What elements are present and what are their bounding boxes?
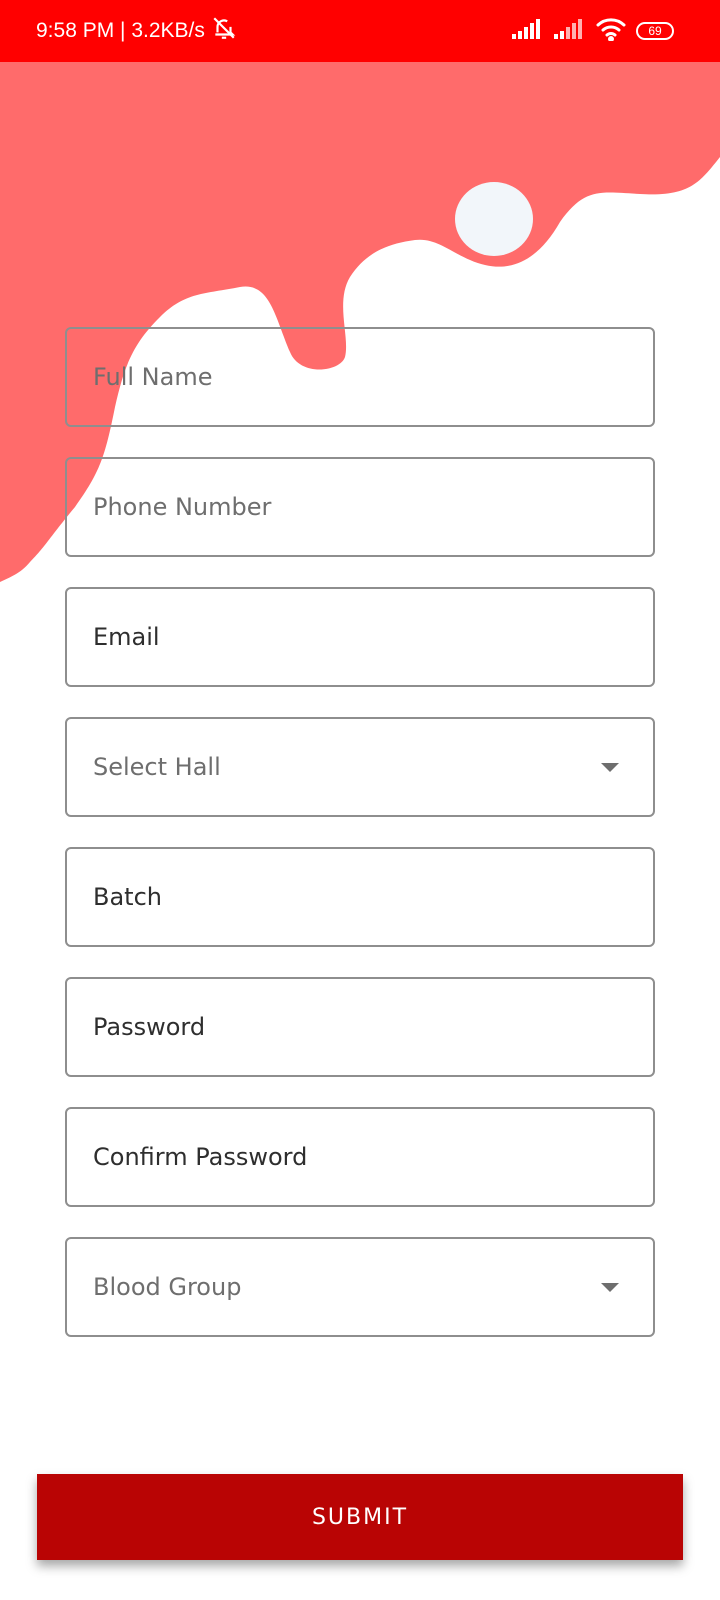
email-input[interactable] — [67, 589, 653, 685]
confirm-password-field-box — [65, 1107, 655, 1207]
hall-select-label: Select Hall — [93, 753, 221, 781]
confirm-password-input[interactable] — [67, 1109, 653, 1205]
email-field-box — [65, 587, 655, 687]
phone-number-input[interactable] — [67, 459, 653, 555]
status-time-speed: 9:58 PM | 3.2KB/s — [36, 19, 205, 42]
splash-droplet — [455, 182, 533, 256]
status-bar: 9:58 PM | 3.2KB/s 69 — [0, 0, 720, 62]
status-right: 69 — [512, 0, 674, 62]
full-name-field-box — [65, 327, 655, 427]
phone-field-box — [65, 457, 655, 557]
signal-weak-icon — [554, 19, 586, 43]
full-name-input[interactable] — [67, 329, 653, 425]
blood-group-select[interactable]: Blood Group — [65, 1237, 655, 1337]
wifi-icon — [596, 17, 626, 45]
submit-button[interactable]: SUBMIT — [37, 1474, 683, 1560]
registration-form: Select Hall Blood Group — [65, 327, 655, 1367]
dropdown-arrow-icon — [601, 1282, 619, 1292]
battery-level: 69 — [648, 24, 662, 38]
battery-icon: 69 — [636, 22, 674, 40]
bell-muted-icon — [211, 15, 237, 47]
signal-icon — [512, 19, 544, 43]
status-left: 9:58 PM | 3.2KB/s — [36, 0, 237, 62]
dropdown-arrow-icon — [601, 762, 619, 772]
password-field-box — [65, 977, 655, 1077]
password-input[interactable] — [67, 979, 653, 1075]
blood-group-select-label: Blood Group — [93, 1273, 242, 1301]
hall-select[interactable]: Select Hall — [65, 717, 655, 817]
batch-field-box — [65, 847, 655, 947]
batch-input[interactable] — [67, 849, 653, 945]
